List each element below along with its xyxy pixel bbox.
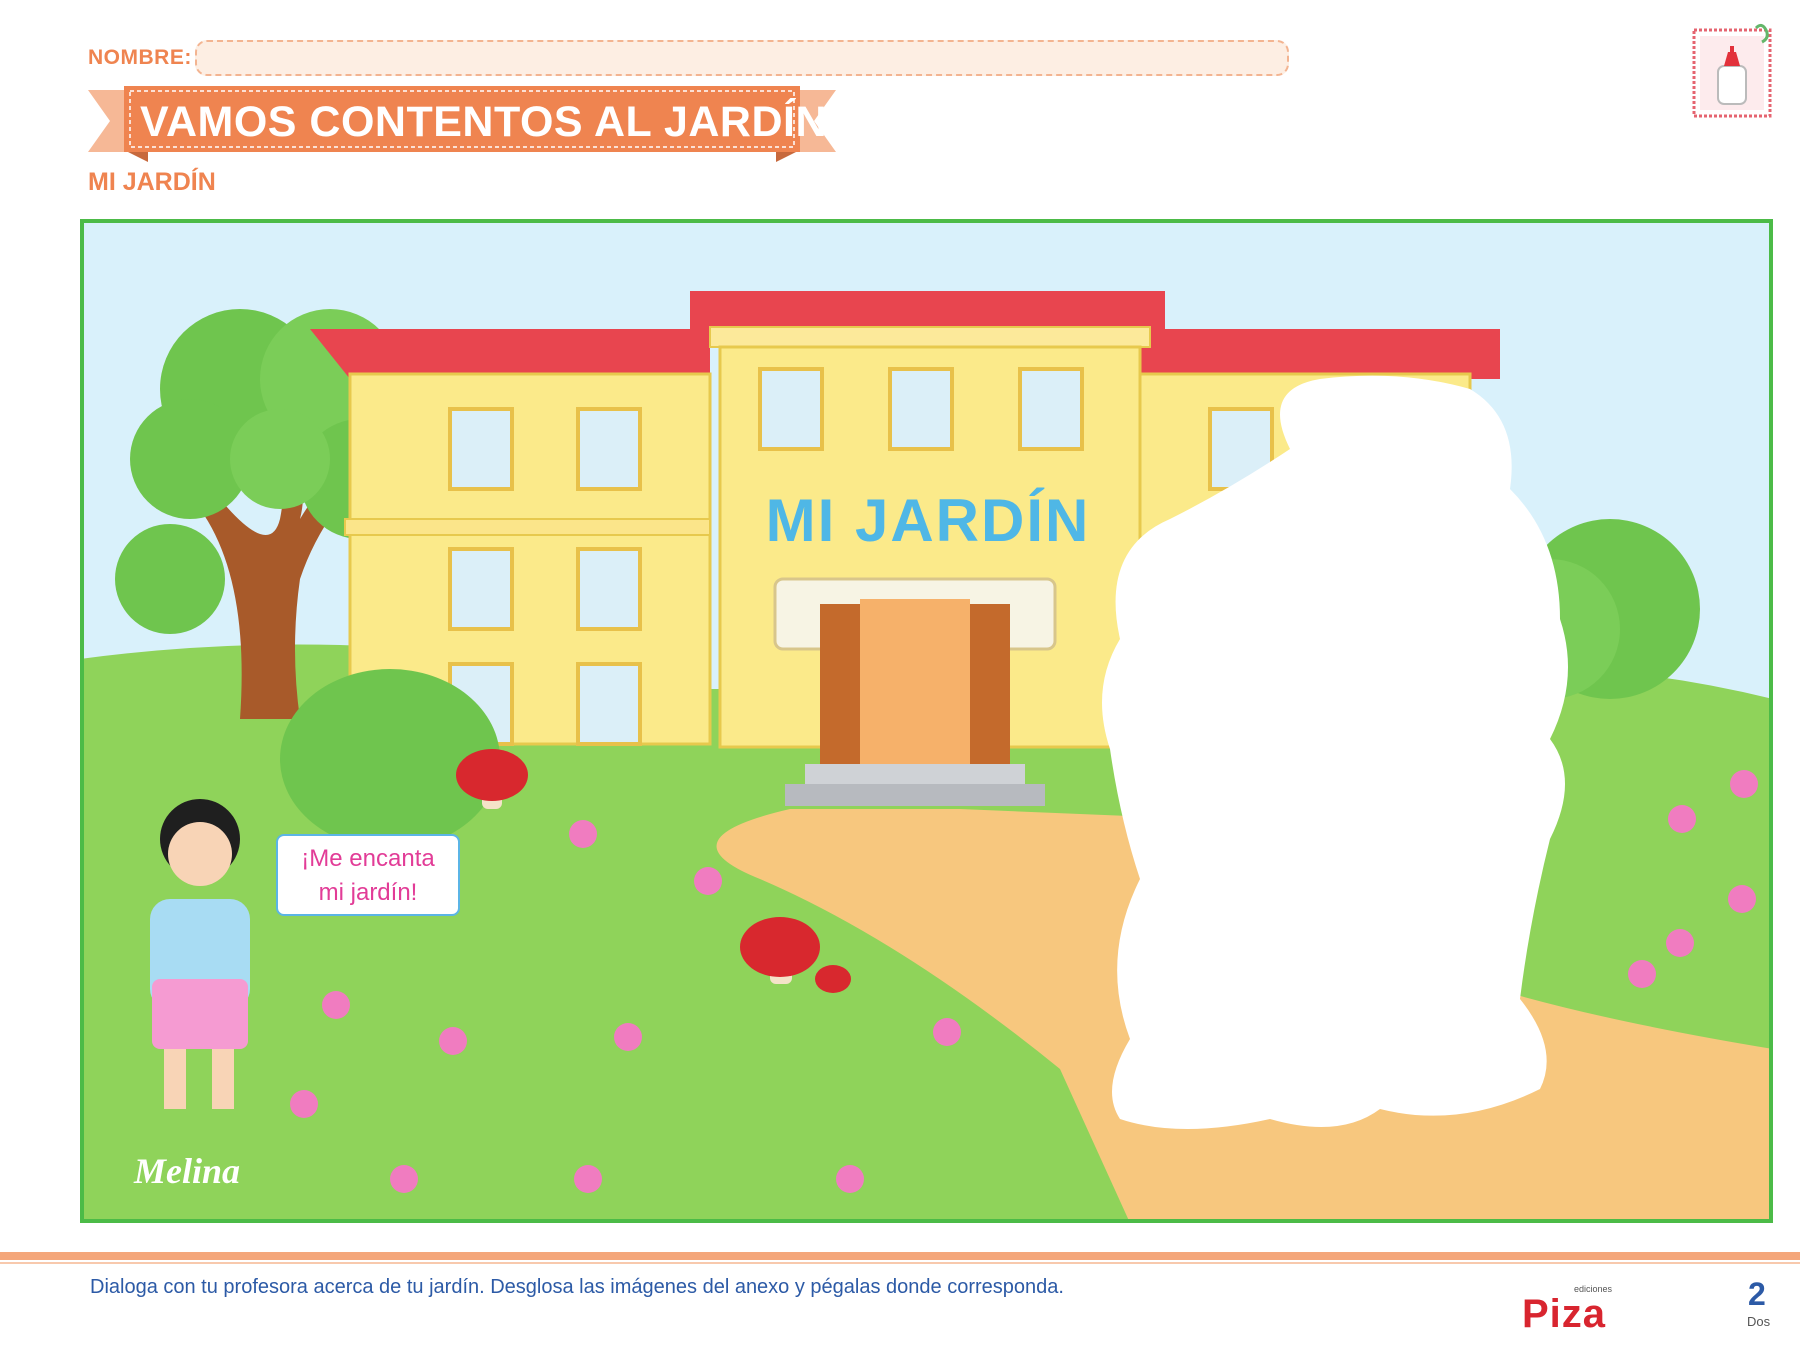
name-label: NOMBRE: <box>88 46 192 69</box>
page-number-word: Dos <box>1747 1314 1771 1329</box>
page-title: VAMOS CONTENTOS AL JARDÍN <box>140 98 828 146</box>
glue-bottle-icon <box>1692 23 1772 118</box>
footer-divider <box>0 1252 1800 1260</box>
page-number: 2 <box>1748 1276 1766 1312</box>
instruction-text: Dialoga con tu profesora acerca de tu ja… <box>90 1276 1064 1298</box>
footer-divider-light <box>0 1262 1800 1264</box>
publisher-name: Piza <box>1522 1292 1607 1336</box>
publisher-logo: ediciones Piza <box>1522 1284 1614 1336</box>
page-subtitle: MI JARDÍN <box>88 168 216 196</box>
name-field[interactable] <box>195 40 1289 76</box>
scene-frame <box>80 219 1773 1223</box>
